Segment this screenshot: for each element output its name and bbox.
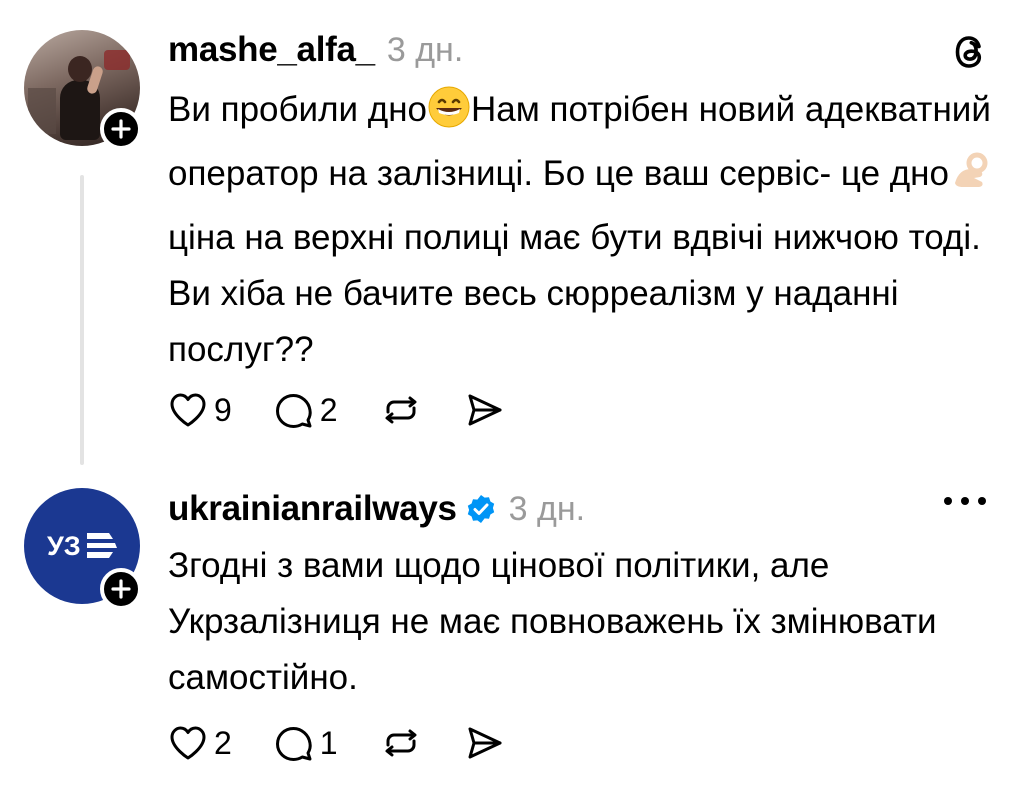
repost-icon [385,396,417,424]
comment-icon [275,727,312,761]
repost-icon [385,729,417,757]
repost-button[interactable] [380,385,422,435]
like-count: 2 [214,724,232,761]
avatar-photo-background [28,88,56,134]
more-options-icon[interactable] [942,494,988,512]
thread-connector-line [80,175,84,465]
verified-badge-icon [465,493,497,530]
uz-logo: УЗ [47,531,117,561]
post-ukrainianrailways: УЗ ukrainianrailways 3 дн. Згодні з вами… [0,468,1024,805]
heart-icon [170,726,206,760]
send-icon [468,727,502,759]
post-time: 3 дн. [508,490,586,528]
reply-count: 2 [319,391,338,428]
reply-button[interactable]: 2 [274,385,338,435]
avatar-photo-sign [104,50,130,70]
avatar-photo-head [68,56,92,82]
like-button[interactable]: 9 [168,385,232,435]
share-button[interactable] [464,718,504,768]
username[interactable]: mashe_alfa_ [168,30,375,70]
post-actions: 9 2 [168,385,546,435]
post-text: Згодні з вами щодо цінової політики, але… [168,546,937,697]
threads-page: mashe_alfa_ 3 дн. Ви пробили дно Нам пот… [0,0,1024,805]
repost-button[interactable] [380,718,422,768]
post-header: mashe_alfa_ 3 дн. [168,30,463,70]
like-count: 9 [214,391,232,428]
post-text-part-1: Ви пробили дно [168,90,428,129]
follow-plus-button[interactable] [100,568,142,610]
post-mashe-alfa: mashe_alfa_ 3 дн. Ви пробили дно Нам пот… [0,0,1024,468]
reply-button[interactable]: 1 [274,718,338,768]
send-icon [468,394,502,426]
heart-icon [170,393,206,427]
username[interactable]: ukrainianrailways [168,489,457,529]
ok-hand-emoji [949,149,993,210]
comment-icon [275,394,312,428]
post-actions: 2 1 [168,718,546,768]
share-button[interactable] [464,385,504,435]
plus-icon [111,579,131,599]
plus-icon [111,119,131,139]
grinning-face-emoji [427,85,471,146]
follow-plus-button[interactable] [100,108,142,150]
post-text: Ви пробили дно Нам потрібен новий адеква… [168,82,998,378]
threads-logo-icon[interactable] [952,32,988,77]
like-button[interactable]: 2 [168,718,232,768]
post-time: 3 дн. [386,31,464,69]
post-header: ukrainianrailways 3 дн. [168,488,585,529]
reply-count: 1 [319,724,338,761]
post-text-part-3: ціна на верхні полиці має бути вдвічі ни… [168,218,981,369]
svg-text:УЗ: УЗ [47,531,81,561]
